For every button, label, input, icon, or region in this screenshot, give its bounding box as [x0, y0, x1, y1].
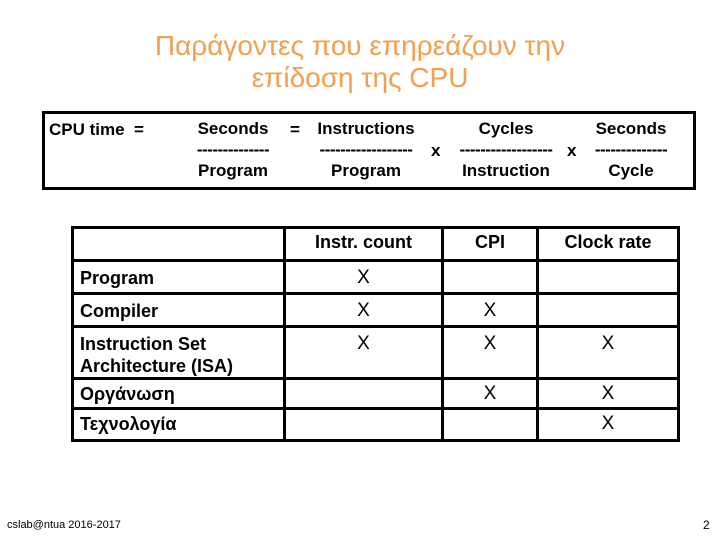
header-clock-rate: Clock rate: [536, 226, 680, 262]
cell-clock-rate: X: [536, 325, 680, 380]
term4-numerator: Seconds: [595, 119, 667, 138]
formula-lhs: CPU time =: [49, 120, 144, 140]
term3-numerator: Cycles: [478, 119, 534, 138]
formula-term-seconds-per-program: Seconds -------------- Program: [183, 118, 283, 181]
cell-clock-rate: [536, 292, 680, 328]
table-row-organization: Οργάνωση X X: [71, 377, 680, 410]
header-instr-count: Instr. count: [283, 226, 444, 262]
term3-denominator: Instruction: [462, 161, 550, 180]
row-label: Compiler: [71, 292, 286, 328]
formula-lhs-text: CPU time: [49, 120, 125, 139]
cell-instr-count: [283, 377, 444, 410]
page-number: 2: [703, 518, 710, 532]
term1-divider: --------------: [196, 140, 270, 159]
formula-equals-2: =: [290, 120, 300, 139]
cell-instr-count: X: [283, 325, 444, 380]
cell-clock-rate: [536, 259, 680, 295]
formula-times-2: x: [567, 141, 577, 160]
row-label: Οργάνωση: [71, 377, 286, 410]
slide-title-line1: Παράγοντες που επηρεάζουν την: [154, 30, 566, 61]
slide-title-line2: επίδοση της CPU: [251, 62, 469, 93]
cell-cpi: [441, 407, 539, 442]
cell-cpi: X: [441, 292, 539, 328]
formula-term-seconds-per-cycle: Seconds -------------- Cycle: [579, 118, 683, 181]
term1-numerator: Seconds: [197, 119, 269, 138]
term2-divider: ------------------: [319, 140, 413, 159]
term2-numerator: Instructions: [317, 119, 415, 138]
formula-times-1: x: [431, 141, 441, 160]
term4-denominator: Cycle: [608, 161, 654, 180]
row-label: Τεχνολογία: [71, 407, 286, 442]
formula-term-instructions-per-program: Instructions ------------------ Program: [301, 118, 431, 181]
table-row-compiler: Compiler X X: [71, 292, 680, 328]
table-row-isa: Instruction Set Architecture (ISA) X X X: [71, 325, 680, 380]
term2-denominator: Program: [331, 161, 401, 180]
cell-clock-rate: X: [536, 377, 680, 410]
header-empty: [71, 226, 286, 262]
cell-instr-count: X: [283, 292, 444, 328]
row-label-line1: Instruction Set: [80, 334, 207, 354]
cell-cpi: X: [441, 377, 539, 410]
term3-divider: ------------------: [459, 140, 553, 159]
table-row-program: Program X: [71, 259, 680, 295]
cell-instr-count: X: [283, 259, 444, 295]
cell-clock-rate: X: [536, 407, 680, 442]
row-label: Program: [71, 259, 286, 295]
cpu-time-formula-box: CPU time = Seconds -------------- Progra…: [42, 111, 696, 190]
cell-cpi: X: [441, 325, 539, 380]
term4-divider: --------------: [594, 140, 668, 159]
table-row-technology: Τεχνολογία X: [71, 407, 680, 442]
term1-denominator: Program: [198, 161, 268, 180]
row-label-line2: Architecture (ISA): [80, 356, 234, 376]
cell-instr-count: [283, 407, 444, 442]
row-label: Instruction Set Architecture (ISA): [71, 325, 286, 380]
header-cpi: CPI: [441, 226, 539, 262]
formula-term-cycles-per-instruction: Cycles ------------------ Instruction: [443, 118, 569, 181]
slide-title: Παράγοντες που επηρεάζουν την επίδοση τη…: [60, 30, 660, 94]
formula-equals: =: [134, 120, 144, 139]
performance-factors-table: Instr. count CPI Clock rate Program X Co…: [71, 226, 680, 442]
table-header-row: Instr. count CPI Clock rate: [71, 226, 680, 262]
cell-cpi: [441, 259, 539, 295]
footer-copyright: cslab@ntua 2016-2017: [7, 519, 121, 531]
